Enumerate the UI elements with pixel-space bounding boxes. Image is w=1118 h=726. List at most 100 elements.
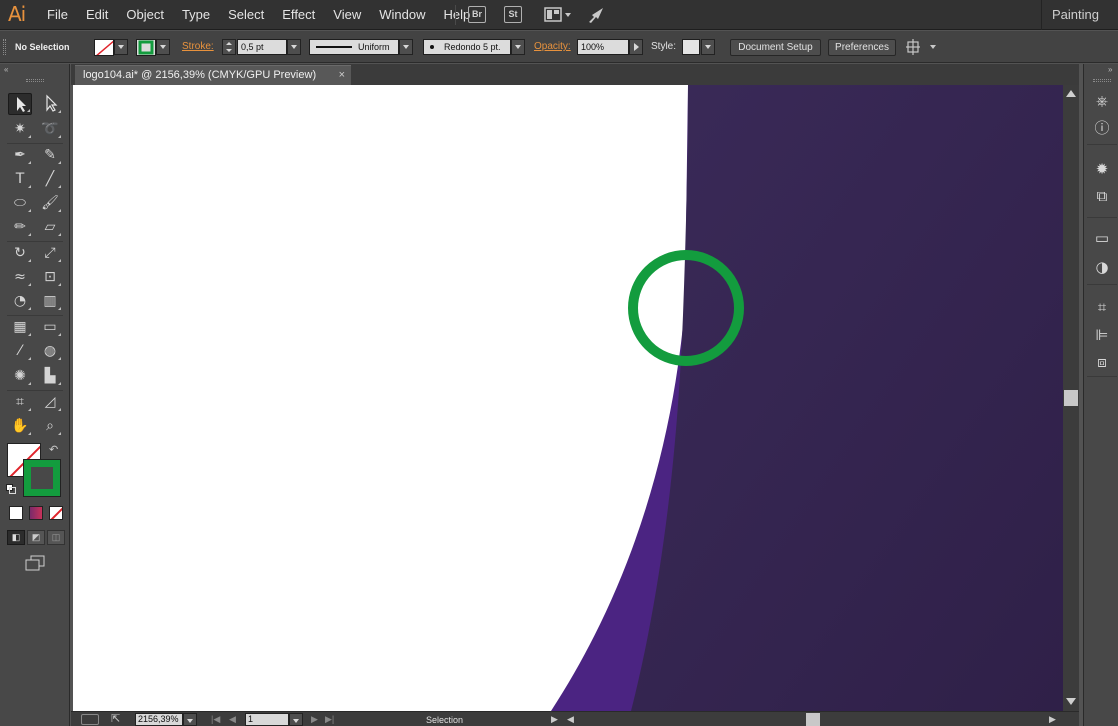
layers-panel-icon[interactable]: ⧉ xyxy=(1092,186,1112,206)
artboard-number-input[interactable]: 1 xyxy=(245,713,289,726)
menu-edit[interactable]: Edit xyxy=(77,0,117,30)
menu-object[interactable]: Object xyxy=(117,0,173,30)
next-artboard-icon[interactable]: ▶ xyxy=(311,712,318,726)
arrange-documents-button[interactable] xyxy=(544,6,574,24)
variable-width-profile[interactable]: Uniform xyxy=(309,39,399,55)
arrange-panel-button[interactable] xyxy=(905,38,939,56)
gradient-tool-icon[interactable]: ▭ xyxy=(38,316,62,338)
gpu-performance-button[interactable] xyxy=(586,5,608,25)
horizontal-scroll-thumb[interactable] xyxy=(806,713,820,726)
eyedropper-tool-icon[interactable]: ⁄ xyxy=(8,340,32,362)
stroke-weight-dropdown[interactable] xyxy=(287,39,301,55)
menu-view[interactable]: View xyxy=(324,0,370,30)
shape-builder-tool-icon[interactable]: ◔ xyxy=(8,290,32,312)
stroke-color-control[interactable] xyxy=(136,39,156,56)
paintbrush-tool-icon[interactable]: 🖌 xyxy=(38,192,62,214)
workspace-switcher[interactable]: Painting xyxy=(1041,0,1118,30)
first-artboard-icon[interactable]: |◀ xyxy=(211,712,220,726)
gradient-panel-icon[interactable]: ▭ xyxy=(1092,228,1112,248)
profile-dropdown[interactable] xyxy=(399,39,413,55)
lasso-tool-icon[interactable]: ➰ xyxy=(38,118,62,140)
direct-selection-tool-icon[interactable] xyxy=(38,93,62,115)
color-mode-button[interactable] xyxy=(9,506,23,520)
swap-fill-stroke-icon[interactable]: ↶ xyxy=(49,443,58,456)
pathfinder-panel-icon[interactable]: ⧈ xyxy=(1092,352,1112,372)
zoom-level-input[interactable]: 2156,39% xyxy=(135,713,183,726)
current-tool-status[interactable]: Selection xyxy=(426,712,463,726)
menu-select[interactable]: Select xyxy=(219,0,273,30)
stroke-color-dropdown[interactable] xyxy=(156,39,170,55)
transparency-panel-icon[interactable]: ◑ xyxy=(1092,257,1112,277)
bridge-button[interactable]: Br xyxy=(468,6,486,23)
stroke-weight-stepper[interactable] xyxy=(222,39,236,55)
scroll-down-icon[interactable] xyxy=(1066,698,1076,705)
vertical-scroll-thumb[interactable] xyxy=(1064,390,1078,406)
rotate-tool-icon[interactable]: ↻ xyxy=(8,242,32,264)
horizontal-scroll-left-icon[interactable]: ◀ xyxy=(567,712,574,726)
close-icon[interactable]: × xyxy=(339,66,345,85)
graphic-style-swatch[interactable] xyxy=(682,39,700,55)
toolbox-grip[interactable] xyxy=(26,79,44,82)
zoom-tool-icon[interactable]: ⌕ xyxy=(38,415,62,437)
pencil-tool-icon[interactable]: ✏ xyxy=(8,216,32,238)
fill-control[interactable] xyxy=(94,39,114,56)
menu-type[interactable]: Type xyxy=(173,0,219,30)
selection-tool-icon[interactable] xyxy=(8,93,32,115)
document-setup-button[interactable]: Document Setup xyxy=(730,39,821,56)
dock-grip[interactable] xyxy=(1093,79,1111,82)
horizontal-scroll-right-icon[interactable]: ▶ xyxy=(1049,712,1056,726)
control-bar-grip[interactable] xyxy=(3,39,6,55)
scroll-up-icon[interactable] xyxy=(1066,90,1076,97)
symbol-sprayer-tool-icon[interactable]: ✺ xyxy=(8,365,32,387)
mesh-tool-icon[interactable]: ▦ xyxy=(8,316,32,338)
hand-tool-icon[interactable]: ✋ xyxy=(8,415,32,437)
slice-tool-icon[interactable]: ◿ xyxy=(38,391,62,413)
stroke-weight-input[interactable]: 0,5 pt xyxy=(237,39,287,55)
line-segment-tool-icon[interactable]: ╱ xyxy=(38,168,62,190)
perspective-grid-tool-icon[interactable]: ▥ xyxy=(38,290,62,312)
opacity-slider-button[interactable] xyxy=(629,39,643,55)
document-tab[interactable]: logo104.ai* @ 2156,39% (CMYK/GPU Preview… xyxy=(75,65,351,85)
info-panel-icon[interactable]: ⓘ xyxy=(1092,118,1112,138)
default-fill-stroke-icon[interactable] xyxy=(6,484,16,494)
scale-tool-icon[interactable]: ⤢ xyxy=(38,242,62,264)
brush-dropdown[interactable] xyxy=(511,39,525,55)
brush-definition[interactable]: Redondo 5 pt. xyxy=(423,39,511,55)
opacity-panel-link[interactable]: Opacity: xyxy=(534,31,571,63)
preferences-button[interactable]: Preferences xyxy=(828,39,896,56)
width-tool-icon[interactable]: ≈ xyxy=(8,266,32,288)
opacity-input[interactable]: 100% xyxy=(577,39,629,55)
pen-tool-icon[interactable]: ✒ xyxy=(8,144,32,166)
draw-normal-button[interactable]: ◧ xyxy=(7,530,25,545)
toolbox-collapse-icon[interactable]: « xyxy=(4,66,8,74)
screen-mode-button[interactable] xyxy=(24,555,46,571)
share-icon[interactable]: ⇱ xyxy=(111,713,120,726)
draw-behind-button[interactable]: ◩ xyxy=(27,530,45,545)
stock-button[interactable]: St xyxy=(504,6,522,23)
draw-inside-button[interactable]: ◫ xyxy=(47,530,65,545)
magic-wand-tool-icon[interactable]: ✷ xyxy=(8,118,32,140)
transform-panel-icon[interactable]: ⌗ xyxy=(1092,297,1112,317)
last-artboard-icon[interactable]: ▶| xyxy=(325,712,334,726)
ellipse-tool-icon[interactable]: ⬭ xyxy=(8,192,32,214)
vertical-scrollbar[interactable] xyxy=(1063,85,1079,711)
stroke-panel-link[interactable]: Stroke: xyxy=(182,31,214,63)
menu-file[interactable]: File xyxy=(38,0,77,30)
none-mode-button[interactable] xyxy=(49,506,63,520)
align-panel-icon[interactable]: ⊫ xyxy=(1092,325,1112,345)
gpu-preview-icon[interactable] xyxy=(81,714,99,725)
status-menu-icon[interactable]: ▶ xyxy=(551,712,558,726)
fill-dropdown[interactable] xyxy=(114,39,128,55)
appearance-panel-icon[interactable]: ✹ xyxy=(1092,159,1112,179)
zoom-dropdown[interactable] xyxy=(183,713,197,726)
blend-tool-icon[interactable]: ◍ xyxy=(38,340,62,362)
dock-expand-icon[interactable]: » xyxy=(1108,66,1112,74)
stroke-swatch[interactable] xyxy=(23,459,61,497)
graphic-style-dropdown[interactable] xyxy=(701,39,715,55)
artboard-tool-icon[interactable]: ⌗ xyxy=(8,391,32,413)
artboard-canvas[interactable] xyxy=(73,85,1063,711)
previous-artboard-icon[interactable]: ◀ xyxy=(229,712,236,726)
type-tool-icon[interactable]: T xyxy=(8,168,32,190)
artboard-dropdown[interactable] xyxy=(289,713,303,726)
curvature-tool-icon[interactable]: ✎ xyxy=(38,144,62,166)
